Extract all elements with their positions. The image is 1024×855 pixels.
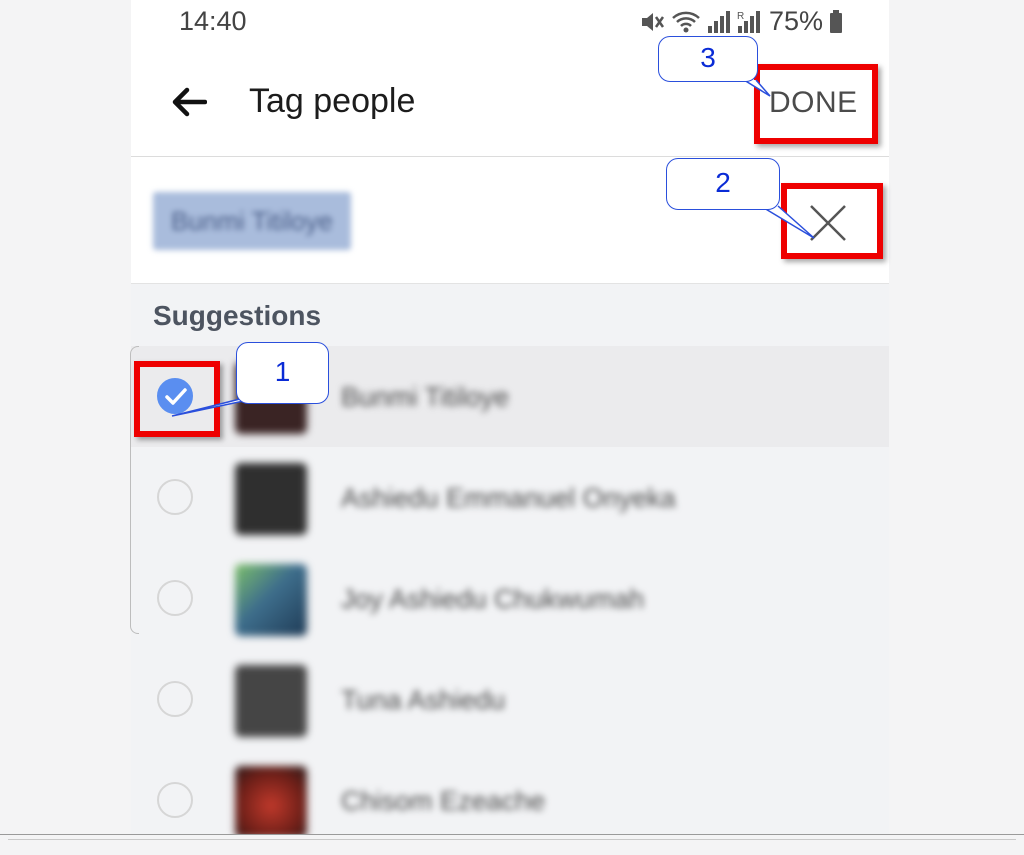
signal-icon [707, 9, 731, 35]
selected-tag-chip[interactable]: Bunmi Titiloye [153, 192, 351, 250]
battery-percent: 75% [768, 6, 823, 36]
suggestions-title: Suggestions [153, 300, 322, 331]
select-checkbox[interactable] [157, 580, 193, 616]
page-title: Tag people [249, 82, 416, 120]
suggestion-name: Joy Ashiedu Chukwumah [341, 584, 645, 614]
suggestion-row[interactable]: Joy Ashiedu Chukwumah [131, 548, 889, 649]
select-checkbox[interactable] [157, 479, 193, 515]
status-icons: R 75% [639, 6, 843, 37]
callout-3: 3 [658, 36, 758, 82]
wifi-icon [671, 9, 701, 35]
suggestion-name: Ashiedu Emmanuel Onyeka [341, 483, 676, 513]
status-time: 14:40 [179, 6, 247, 36]
avatar [235, 564, 307, 636]
highlight-checkbox [134, 361, 220, 437]
suggestion-name: Tuna Ashiedu [341, 685, 506, 715]
select-checkbox[interactable] [157, 782, 193, 818]
mute-icon [639, 9, 665, 35]
callout-number: 1 [274, 356, 291, 387]
suggestions-list: Bunmi Titiloye Ashiedu Emmanuel Onyeka J… [131, 346, 889, 834]
svg-text:R: R [737, 11, 744, 22]
highlight-clear [781, 183, 883, 259]
avatar [235, 665, 307, 737]
select-checkbox[interactable] [157, 681, 193, 717]
avatar [235, 463, 307, 535]
suggestion-row[interactable]: Tuna Ashiedu [131, 649, 889, 750]
status-bar: 14:40 R 75% [131, 0, 889, 46]
avatar [235, 766, 307, 834]
battery-icon [829, 9, 843, 35]
callout-number: 2 [715, 167, 731, 198]
suggestions-header: Suggestions [131, 284, 889, 346]
suggestion-name: Bunmi Titiloye [341, 382, 510, 412]
suggestion-row[interactable]: Ashiedu Emmanuel Onyeka [131, 447, 889, 548]
back-button[interactable] [169, 82, 209, 122]
roaming-signal-icon: R [737, 9, 763, 35]
highlight-done [754, 64, 878, 144]
suggestion-row[interactable]: Chisom Ezeache [131, 750, 889, 834]
bottom-scrollbar [0, 834, 1024, 855]
callout-number: 3 [700, 42, 716, 73]
back-arrow-icon [172, 87, 207, 117]
suggestion-name: Chisom Ezeache [341, 786, 546, 816]
callout-2: 2 [666, 158, 780, 210]
callout-1: 1 [236, 342, 329, 404]
